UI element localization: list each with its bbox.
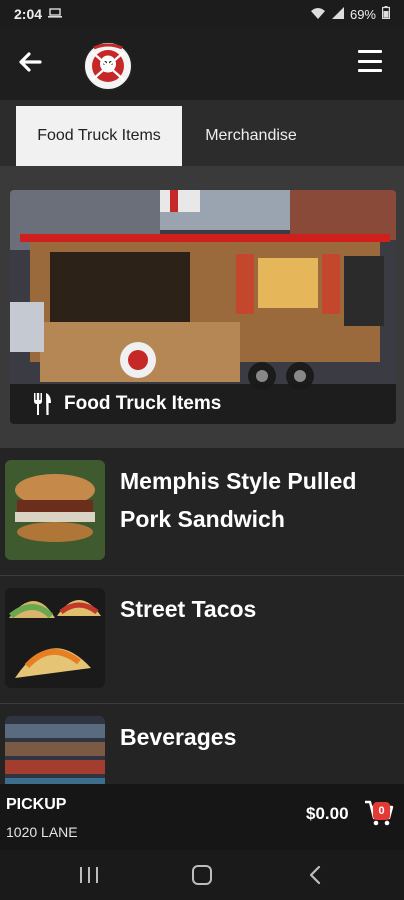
category-tabs: Food Truck Items Merchandise xyxy=(0,100,404,166)
tab-food-truck-items[interactable]: Food Truck Items xyxy=(16,106,182,166)
wifi-icon xyxy=(310,7,326,22)
back-button[interactable] xyxy=(14,46,46,78)
hero-label: Food Truck Items xyxy=(64,393,222,414)
cart-count-badge: 0 xyxy=(373,802,390,820)
tacos-photo xyxy=(5,588,105,688)
hero-section: Food Truck Items xyxy=(0,166,404,448)
hero-banner[interactable]: Food Truck Items xyxy=(10,190,396,424)
list-item[interactable]: Memphis Style Pulled Pork Sandwich xyxy=(0,448,404,576)
beverages-photo xyxy=(5,716,105,784)
item-title: Beverages xyxy=(120,724,237,750)
back-arrow-icon xyxy=(19,52,42,72)
recents-icon[interactable] xyxy=(80,867,98,883)
hero-label-bar: Food Truck Items xyxy=(10,384,396,424)
system-back-icon[interactable] xyxy=(306,865,326,885)
app-bar xyxy=(0,28,404,100)
status-indicators: 69% xyxy=(310,6,391,22)
home-icon[interactable] xyxy=(192,865,212,885)
cart-total: $0.00 xyxy=(306,804,349,823)
item-title: Memphis Style Pulled Pork Sandwich xyxy=(120,468,357,532)
item-title: Street Tacos xyxy=(120,596,257,622)
signal-icon xyxy=(331,6,344,22)
tab-merchandise[interactable]: Merchandise xyxy=(186,106,316,166)
laptop-icon xyxy=(48,7,63,21)
cart-bar[interactable]: PICKUP 1020 LANE $0.00 0 xyxy=(0,784,404,850)
status-time: 2:04 xyxy=(14,6,43,22)
menu-item-list: Memphis Style Pulled Pork Sandwich Stree… xyxy=(0,448,404,784)
pickup-location: 1020 LANE xyxy=(6,824,78,840)
battery-icon xyxy=(382,6,391,22)
sandwich-photo xyxy=(5,460,105,560)
utensils-icon xyxy=(34,393,51,415)
brand-logo xyxy=(82,40,134,92)
list-item[interactable]: Beverages xyxy=(0,704,404,784)
order-type: PICKUP xyxy=(6,796,67,813)
status-bar: 2:04 69% xyxy=(0,0,404,28)
battery-percent: 69% xyxy=(349,6,376,22)
system-nav-bar xyxy=(0,850,404,900)
hamburger-menu-icon[interactable] xyxy=(358,50,382,72)
list-item[interactable]: Street Tacos xyxy=(0,576,404,704)
